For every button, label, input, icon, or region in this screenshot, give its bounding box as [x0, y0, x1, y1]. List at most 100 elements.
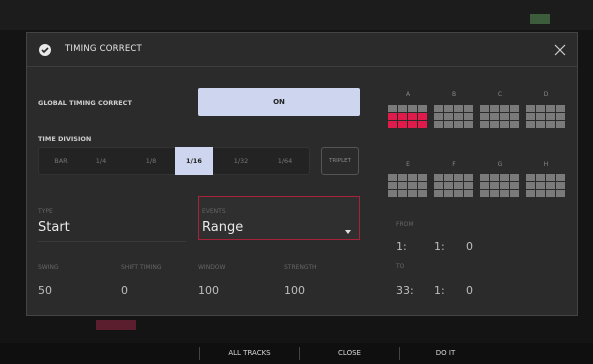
- triplet-button[interactable]: TRIPLET: [321, 147, 359, 175]
- pad[interactable]: [526, 105, 535, 112]
- pad[interactable]: [444, 174, 453, 181]
- close-icon[interactable]: [553, 42, 567, 56]
- pad[interactable]: [418, 121, 427, 128]
- time-division-1-32[interactable]: 1/32: [223, 148, 259, 174]
- pad[interactable]: [388, 105, 397, 112]
- pad[interactable]: [464, 113, 473, 120]
- global-timing-correct-toggle[interactable]: ON: [198, 88, 360, 116]
- pad[interactable]: [388, 190, 397, 197]
- pad[interactable]: [556, 121, 565, 128]
- pad[interactable]: [480, 113, 489, 120]
- all-tracks-button[interactable]: ALL TRACKS: [200, 343, 299, 364]
- pad-bank-e[interactable]: [388, 174, 428, 198]
- pad[interactable]: [434, 113, 443, 120]
- pad[interactable]: [388, 182, 397, 189]
- pad[interactable]: [546, 174, 555, 181]
- swing-value[interactable]: 50: [38, 284, 52, 297]
- pad[interactable]: [556, 174, 565, 181]
- pad[interactable]: [490, 174, 499, 181]
- pad[interactable]: [454, 174, 463, 181]
- pad[interactable]: [490, 105, 499, 112]
- pad[interactable]: [418, 113, 427, 120]
- pad[interactable]: [434, 174, 443, 181]
- pad[interactable]: [444, 113, 453, 120]
- pad[interactable]: [556, 105, 565, 112]
- strength-value[interactable]: 100: [284, 284, 305, 297]
- pad[interactable]: [490, 182, 499, 189]
- pad[interactable]: [500, 113, 509, 120]
- pad-bank-d[interactable]: [526, 105, 566, 129]
- pad[interactable]: [464, 182, 473, 189]
- pad[interactable]: [500, 190, 509, 197]
- window-value[interactable]: 100: [198, 284, 219, 297]
- pad[interactable]: [510, 174, 519, 181]
- pad[interactable]: [444, 105, 453, 112]
- range-from-beat[interactable]: 1:: [434, 240, 445, 253]
- pad[interactable]: [464, 105, 473, 112]
- range-from-bar[interactable]: 1:: [396, 240, 407, 253]
- pad-bank-a[interactable]: [388, 105, 428, 129]
- pad[interactable]: [408, 190, 417, 197]
- pad[interactable]: [454, 182, 463, 189]
- pad-bank-g[interactable]: [480, 174, 520, 198]
- pad[interactable]: [480, 182, 489, 189]
- pad[interactable]: [556, 190, 565, 197]
- time-division-bar[interactable]: BAR: [43, 148, 79, 174]
- pad-bank-f[interactable]: [434, 174, 474, 198]
- pad[interactable]: [464, 121, 473, 128]
- pad[interactable]: [398, 182, 407, 189]
- close-button[interactable]: CLOSE: [300, 343, 399, 364]
- pad[interactable]: [546, 182, 555, 189]
- pad[interactable]: [418, 105, 427, 112]
- pad[interactable]: [480, 105, 489, 112]
- time-division-1-8[interactable]: 1/8: [133, 148, 169, 174]
- pad[interactable]: [434, 121, 443, 128]
- pad[interactable]: [510, 190, 519, 197]
- range-to-tick[interactable]: 0: [466, 284, 473, 297]
- pad[interactable]: [464, 190, 473, 197]
- pad[interactable]: [526, 121, 535, 128]
- time-division-1-16[interactable]: 1/16: [175, 147, 213, 175]
- pad[interactable]: [510, 113, 519, 120]
- pad[interactable]: [434, 190, 443, 197]
- pad[interactable]: [418, 190, 427, 197]
- pad-bank-c[interactable]: [480, 105, 520, 129]
- pad[interactable]: [490, 113, 499, 120]
- pad[interactable]: [398, 105, 407, 112]
- pad[interactable]: [510, 121, 519, 128]
- pad[interactable]: [536, 190, 545, 197]
- events-dropdown[interactable]: EVENTS Range: [198, 196, 360, 240]
- pad[interactable]: [526, 174, 535, 181]
- pad[interactable]: [526, 113, 535, 120]
- pad[interactable]: [526, 182, 535, 189]
- pad[interactable]: [500, 121, 509, 128]
- pad[interactable]: [408, 182, 417, 189]
- pad[interactable]: [398, 113, 407, 120]
- time-division-1-4[interactable]: 1/4: [83, 148, 119, 174]
- pad[interactable]: [464, 174, 473, 181]
- do-it-button[interactable]: DO IT: [400, 343, 491, 364]
- pad[interactable]: [480, 190, 489, 197]
- pad-bank-b[interactable]: [434, 105, 474, 129]
- pad[interactable]: [556, 182, 565, 189]
- pad[interactable]: [444, 190, 453, 197]
- pad[interactable]: [480, 121, 489, 128]
- range-to-bar[interactable]: 33:: [396, 284, 414, 297]
- time-division-1-64[interactable]: 1/64: [267, 148, 303, 174]
- pad[interactable]: [546, 113, 555, 120]
- pad[interactable]: [408, 113, 417, 120]
- pad[interactable]: [388, 174, 397, 181]
- pad[interactable]: [500, 174, 509, 181]
- pad[interactable]: [398, 121, 407, 128]
- pad[interactable]: [398, 190, 407, 197]
- pad-bank-h[interactable]: [526, 174, 566, 198]
- pad[interactable]: [408, 174, 417, 181]
- pad[interactable]: [398, 174, 407, 181]
- range-from-tick[interactable]: 0: [466, 240, 473, 253]
- pad[interactable]: [454, 105, 463, 112]
- pad[interactable]: [536, 182, 545, 189]
- pad[interactable]: [388, 113, 397, 120]
- pad[interactable]: [408, 105, 417, 112]
- pad[interactable]: [454, 190, 463, 197]
- range-to-beat[interactable]: 1:: [434, 284, 445, 297]
